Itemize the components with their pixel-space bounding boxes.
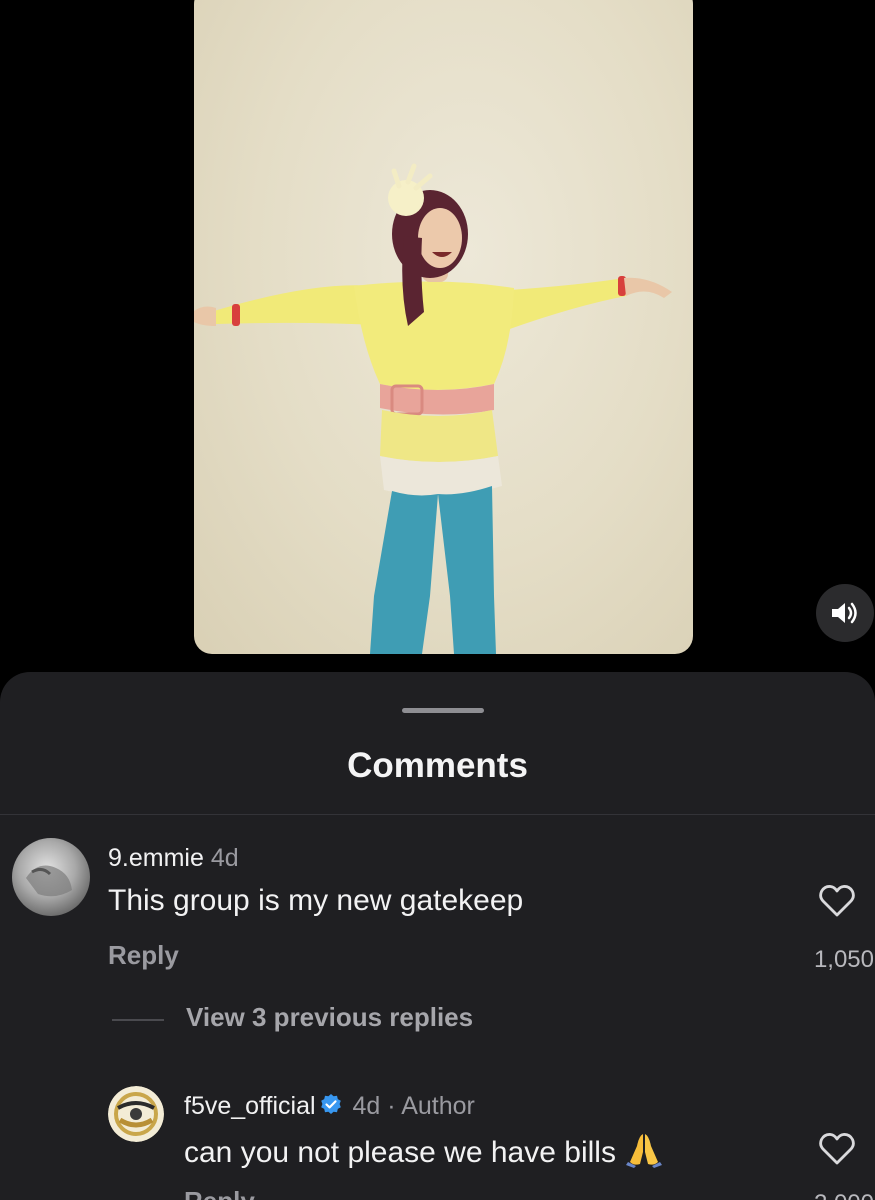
comments-sheet: Comments 9.emmie 4d This group is my new… (0, 672, 875, 1200)
heart-icon[interactable] (818, 1132, 856, 1166)
speaker-icon (832, 602, 857, 624)
user-avatar-image (12, 838, 90, 916)
comment-username[interactable]: 9.emmie (108, 844, 204, 872)
video-frame-image (194, 163, 672, 654)
author-label: Author (401, 1092, 475, 1120)
reply-time: 4d (352, 1092, 381, 1120)
video-player[interactable] (194, 0, 693, 654)
comment-username-line: 9.emmie 4d (108, 844, 239, 873)
sheet-drag-handle[interactable] (402, 708, 484, 713)
like-count: 1,050 (813, 946, 874, 973)
reply-username[interactable]: f5ve_official (184, 1092, 316, 1120)
reply-username-line: f5ve_official 4d · Author (184, 1092, 475, 1121)
reply-button[interactable]: Reply (184, 1186, 255, 1200)
folded-hands-emoji (625, 1134, 662, 1168)
heart-icon[interactable] (818, 884, 856, 918)
reply-button[interactable]: Reply (108, 940, 179, 971)
reply-text: can you not please we have bills (184, 1136, 616, 1169)
replies-thread-line (112, 1019, 164, 1021)
comment-time: 4d (210, 844, 239, 872)
verified-badge-icon (320, 1094, 341, 1114)
reply-separator: · (387, 1092, 396, 1120)
comments-title: Comments (347, 746, 528, 785)
author-avatar-image (108, 1086, 164, 1142)
screen: Comments 9.emmie 4d This group is my new… (0, 0, 875, 1200)
comment-text: This group is my new gatekeep (108, 884, 524, 917)
avatar[interactable] (12, 838, 90, 916)
reply-text-line: can you not please we have bills (184, 1132, 664, 1170)
sound-toggle-button[interactable] (816, 584, 874, 642)
avatar[interactable] (108, 1086, 164, 1142)
view-replies-button[interactable]: View 3 previous replies (186, 1002, 473, 1033)
like-count: 2,000 (760, 1190, 874, 1200)
header-divider (0, 814, 875, 815)
